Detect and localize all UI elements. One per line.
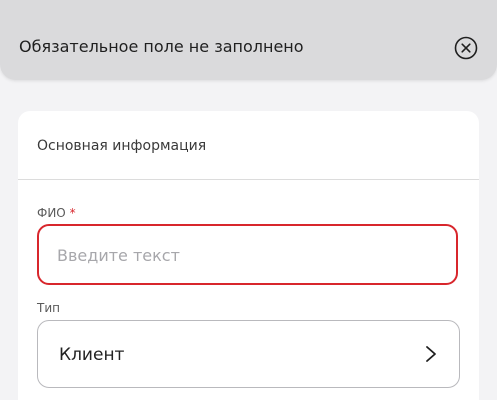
- error-toast: Обязательное поле не заполнено: [0, 0, 497, 80]
- fio-input[interactable]: [55, 226, 439, 285]
- divider: [18, 179, 479, 180]
- section-title: Основная информация: [37, 138, 207, 154]
- chevron-right-icon: [424, 345, 438, 363]
- toast-message: Обязательное поле не заполнено: [19, 37, 304, 56]
- required-mark: *: [69, 206, 76, 220]
- fio-label-text: ФИО: [37, 206, 66, 220]
- type-select-value: Клиент: [59, 345, 125, 365]
- fio-label: ФИО *: [37, 206, 76, 220]
- type-select[interactable]: Клиент: [37, 320, 460, 388]
- page: Обязательное поле не заполнено Основная …: [0, 0, 497, 400]
- close-icon[interactable]: [454, 36, 478, 60]
- fio-input-wrapper: [37, 224, 458, 285]
- type-label: Тип: [37, 301, 60, 315]
- form-card: Основная информация ФИО * Тип Клиент: [18, 111, 479, 400]
